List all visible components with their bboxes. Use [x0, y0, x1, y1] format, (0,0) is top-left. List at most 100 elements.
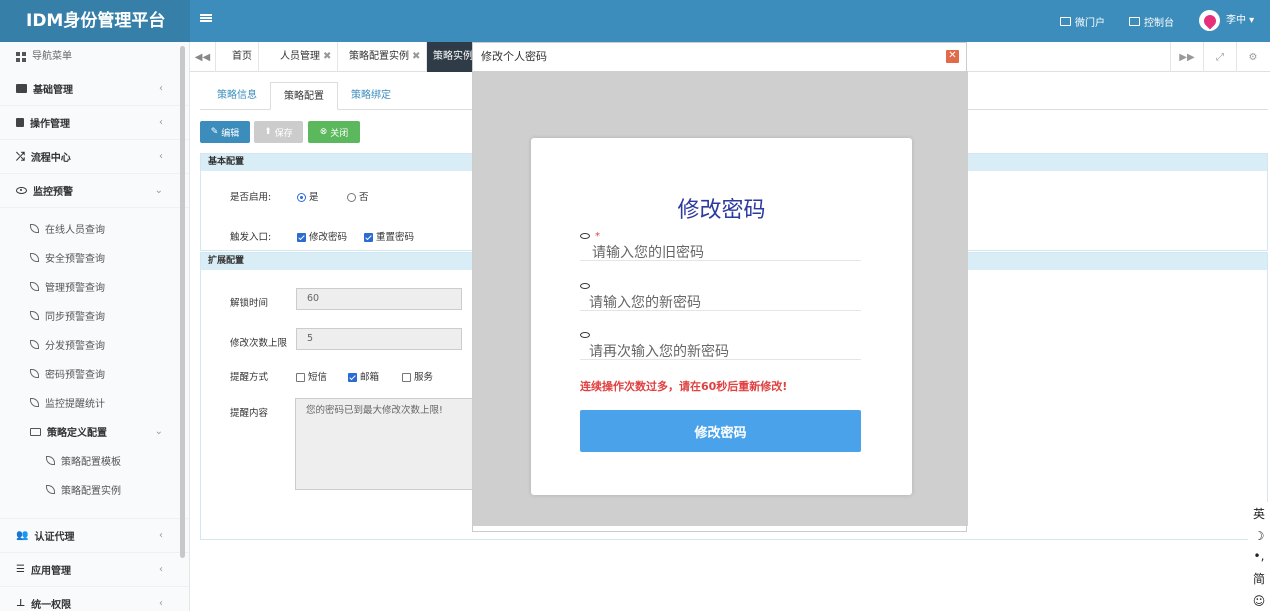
id-card-icon	[16, 84, 27, 93]
limit-input[interactable]: 5	[296, 328, 462, 350]
ime-lang-toggle[interactable]: 英	[1253, 505, 1265, 522]
tab-policy-instance[interactable]: 策略实例	[427, 42, 473, 72]
sidebar-sub-policy-config[interactable]: 策略定义配置 ⌄	[0, 417, 189, 446]
ime-simplified-toggle[interactable]: 简	[1253, 570, 1265, 587]
grid-icon	[16, 52, 26, 62]
top-bar: IDM身份管理平台 微门户 控制台 李中 ▾	[0, 0, 1270, 42]
chevron-left-icon: ‹	[159, 151, 163, 162]
close-icon[interactable]: ✖	[323, 51, 331, 62]
user-menu[interactable]: 李中 ▾	[1226, 0, 1254, 42]
remind-sms-checkbox[interactable]: 短信	[296, 369, 327, 383]
sidebar-item-flow[interactable]: ⤮ 流程中心 ‹	[0, 140, 189, 174]
trigger-label: 触发入口:	[230, 232, 272, 243]
remind-content-label: 提醒内容	[230, 408, 269, 419]
sidebar-item-ops[interactable]: 操作管理 ‹	[0, 106, 189, 140]
tab-policy-config-instance[interactable]: 策略配置实例 ✖	[343, 42, 428, 72]
chevron-left-icon: ‹	[159, 83, 163, 94]
change-password-dialog: 修改个人密码 ✕ 修改密码 * 请输入您的旧密码 请输入您的新密码 请再次输入您…	[472, 42, 968, 532]
enabled-label: 是否启用:	[230, 192, 272, 203]
console-link[interactable]: 控制台	[1129, 0, 1174, 42]
sidebar-sub-security[interactable]: 安全预警查询	[0, 243, 189, 272]
eye-icon[interactable]	[580, 233, 590, 239]
sidebar-sub-password[interactable]: 密码预警查询	[0, 359, 189, 388]
sidebar-scrollbar[interactable]	[180, 46, 185, 558]
sidebar-sub-stats[interactable]: 监控提醒统计	[0, 388, 189, 417]
sidebar-sub-online[interactable]: 在线人员查询	[0, 214, 189, 243]
sidebar-item-basic[interactable]: 基础管理 ‹	[0, 72, 189, 106]
enabled-yes-radio[interactable]: 是	[297, 189, 319, 203]
tab-policy-bind[interactable]: 策略绑定	[338, 82, 404, 110]
remind-method-label: 提醒方式	[230, 372, 269, 383]
chevron-left-icon: ‹	[159, 117, 163, 128]
chevron-down-icon: ⌄	[154, 426, 163, 437]
sidebar-title: 导航菜单	[0, 42, 189, 72]
new-password-field[interactable]: 请输入您的新密码	[580, 283, 861, 311]
enabled-no-radio[interactable]: 否	[347, 189, 369, 203]
list-icon: ☰	[16, 564, 25, 575]
app-title: IDM身份管理平台	[0, 0, 190, 42]
sidebar-item-monitor[interactable]: 监控预警 ⌄	[0, 174, 189, 208]
dialog-title: 修改个人密码	[481, 50, 547, 63]
save-button[interactable]: ⬆ 保存	[254, 121, 303, 143]
punctuation-toggle[interactable]: •,	[1254, 549, 1265, 563]
tab-policy-config[interactable]: 策略配置	[270, 82, 338, 110]
leaf-icon	[30, 253, 39, 262]
menu-toggle-icon[interactable]	[200, 12, 212, 24]
tab-scroll-right-button[interactable]: ▶▶	[1170, 42, 1203, 72]
confirm-password-field[interactable]: 请再次输入您的新密码	[580, 332, 861, 360]
fullscreen-icon[interactable]: ⤢	[1203, 42, 1236, 72]
eye-icon[interactable]	[580, 283, 590, 289]
dialog-body: 修改密码 * 请输入您的旧密码 请输入您的新密码 请再次输入您的新密码 连续操作…	[473, 71, 968, 526]
close-icon[interactable]: ✕	[946, 50, 959, 63]
dialog-header: 修改个人密码 ✕	[473, 43, 966, 71]
users-icon: 👥	[16, 530, 29, 541]
trigger-reset-checkbox[interactable]: 重置密码	[364, 229, 414, 243]
avatar[interactable]	[1199, 10, 1220, 31]
required-mark: *	[595, 231, 600, 242]
remind-mail-checkbox[interactable]: 邮箱	[348, 369, 379, 383]
tab-person-manage[interactable]: 人员管理 ✖	[274, 42, 339, 72]
tab-scroll-left-button[interactable]: ◀◀	[190, 42, 216, 72]
submit-change-password-button[interactable]: 修改密码	[580, 410, 861, 452]
password-card: 修改密码 * 请输入您的旧密码 请输入您的新密码 请再次输入您的新密码 连续操作…	[531, 138, 912, 495]
sidebar: 导航菜单 基础管理 ‹ 操作管理 ‹ ⤮ 流程中心 ‹ 监控预警 ⌄ 在线人员查…	[0, 42, 190, 611]
leaf-icon	[30, 224, 39, 233]
sidebar-sub-sync[interactable]: 同步预警查询	[0, 301, 189, 330]
sidebar-item-auth-proxy[interactable]: 👥 认证代理 ‹	[0, 519, 189, 553]
sidebar-sub-policy-instance[interactable]: 策略配置实例	[0, 475, 189, 504]
leaf-icon	[46, 456, 55, 465]
edit-button[interactable]: ✎ 编辑	[200, 121, 250, 143]
leaf-icon	[30, 398, 39, 407]
close-button[interactable]: ⊗ 关闭	[308, 121, 360, 143]
trigger-change-checkbox[interactable]: 修改密码	[297, 229, 347, 243]
leaf-icon	[46, 485, 55, 494]
old-password-field[interactable]: * 请输入您的旧密码	[580, 231, 861, 261]
smiley-icon[interactable]: ☺	[1253, 594, 1266, 608]
shuffle-icon: ⤮	[16, 149, 25, 163]
eye-icon	[16, 187, 27, 194]
monitor-icon	[1129, 16, 1140, 26]
tab-policy-info[interactable]: 策略信息	[204, 82, 270, 110]
edit-icon: ✎	[210, 127, 219, 137]
moon-icon[interactable]: ☽	[1254, 529, 1265, 543]
leaf-icon	[30, 369, 39, 378]
close-circle-icon: ⊗	[319, 127, 328, 137]
sidebar-item-app-manage[interactable]: ☰ 应用管理 ‹	[0, 553, 189, 587]
sidebar-sub-dispatch[interactable]: 分发预警查询	[0, 330, 189, 359]
portal-link[interactable]: 微门户	[1060, 0, 1105, 42]
limit-label: 修改次数上限	[230, 338, 288, 349]
chevron-left-icon: ‹	[159, 564, 163, 575]
unlock-time-input[interactable]: 60	[296, 288, 462, 310]
close-icon[interactable]: ✖	[412, 51, 420, 62]
chevron-left-icon: ‹	[159, 598, 163, 609]
sidebar-sub-manage[interactable]: 管理预警查询	[0, 272, 189, 301]
gear-icon[interactable]: ⚙	[1236, 42, 1269, 72]
card-heading: 修改密码	[677, 198, 766, 223]
sidebar-sub-policy-template[interactable]: 策略配置模板	[0, 446, 189, 475]
leaf-icon	[30, 311, 39, 320]
sidebar-item-permission[interactable]: ⊥ 统一权限 ‹	[0, 587, 189, 611]
remind-service-checkbox[interactable]: 服务	[402, 369, 433, 383]
tab-home[interactable]: 首页	[226, 42, 259, 72]
remind-content-textarea[interactable]: 您的密码已到最大修改次数上限!	[295, 398, 495, 490]
eye-icon[interactable]	[580, 332, 590, 338]
